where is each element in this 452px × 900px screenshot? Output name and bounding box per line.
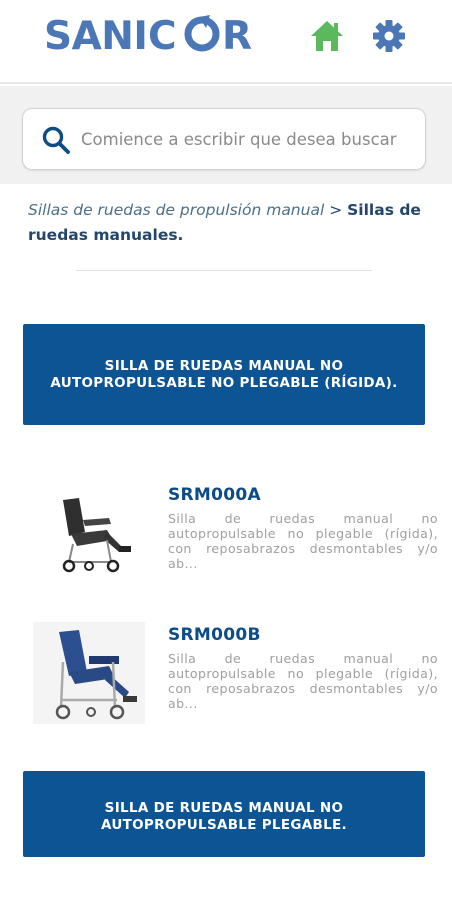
- product-item[interactable]: SRM000A Silla de ruedas manual no autopr…: [0, 478, 452, 598]
- breadcrumb-parent-link[interactable]: Sillas de ruedas de propulsión manual: [28, 201, 324, 219]
- wheelchair-image: [33, 622, 145, 724]
- search-input[interactable]: [81, 109, 425, 169]
- category-label: SILLA DE RUEDAS MANUAL NO AUTOPROPULSABL…: [101, 800, 347, 833]
- search-section: [0, 86, 452, 184]
- product-image: [33, 622, 145, 724]
- product-description: Silla de ruedas manual no autopropulsabl…: [168, 511, 438, 571]
- divider: [76, 270, 372, 271]
- gear-icon: [373, 20, 405, 52]
- product-code: SRM000B: [168, 625, 261, 645]
- svg-text:C: C: [148, 14, 177, 58]
- wheelchair-image: [62, 498, 131, 573]
- sanicor-logo[interactable]: SANI C R: [44, 10, 262, 60]
- logo-wordmark: SANI C R: [44, 14, 252, 58]
- home-icon: [311, 21, 343, 51]
- category-label: SILLA DE RUEDAS MANUAL NO AUTOPROPULSABL…: [50, 357, 398, 391]
- settings-button[interactable]: [371, 18, 407, 54]
- search-icon[interactable]: [41, 125, 71, 155]
- svg-text:SANI: SANI: [44, 14, 147, 58]
- product-item[interactable]: SRM000B Silla de ruedas manual no autopr…: [0, 618, 452, 738]
- breadcrumb-separator: >: [329, 201, 343, 219]
- breadcrumb: Sillas de ruedas de propulsión manual > …: [28, 198, 428, 248]
- product-code: SRM000A: [168, 485, 261, 505]
- search-box[interactable]: [22, 108, 426, 170]
- app-header: SANI C R: [0, 0, 452, 84]
- category-banner-rigid[interactable]: SILLA DE RUEDAS MANUAL NO AUTOPROPULSABL…: [23, 324, 425, 425]
- home-button[interactable]: [309, 18, 345, 54]
- category-banner-folding[interactable]: SILLA DE RUEDAS MANUAL NO AUTOPROPULSABL…: [23, 771, 425, 857]
- logo-o-icon: [184, 15, 220, 52]
- product-image: [33, 482, 145, 584]
- product-description: Silla de ruedas manual no autopropulsabl…: [168, 651, 438, 711]
- svg-text:R: R: [222, 14, 252, 58]
